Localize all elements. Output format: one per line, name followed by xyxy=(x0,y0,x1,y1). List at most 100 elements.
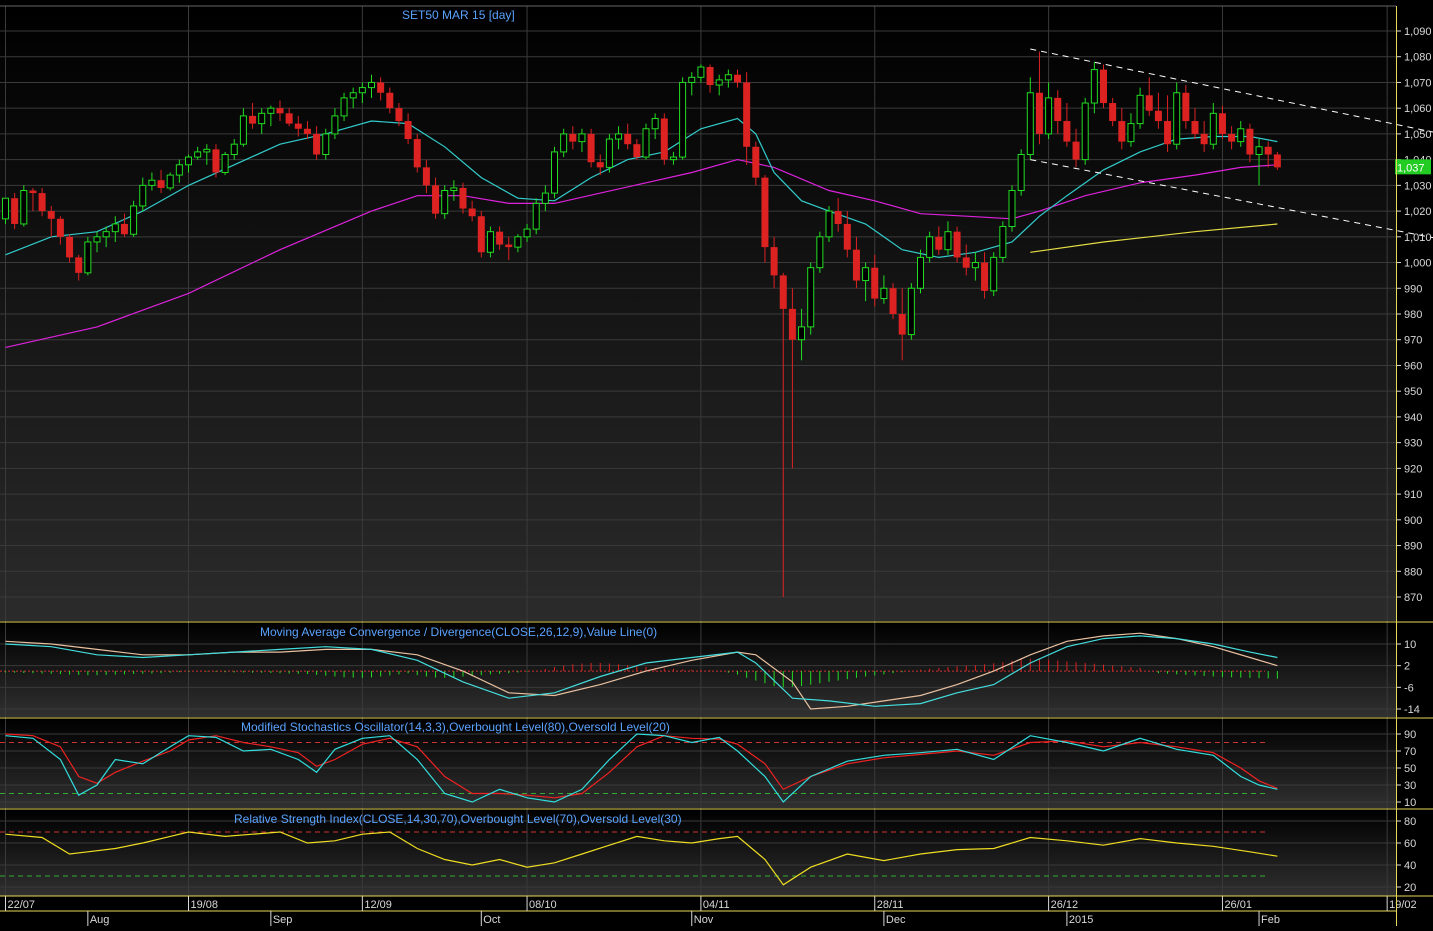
price-tick-label: 890 xyxy=(1404,541,1422,553)
candle-body xyxy=(1036,93,1043,134)
x-month-label: Feb xyxy=(1261,914,1280,926)
price-tick-label: 950 xyxy=(1404,386,1422,398)
candle-body xyxy=(505,245,512,248)
rsi-tick-label: 60 xyxy=(1404,838,1416,850)
stoch-tick-label: 10 xyxy=(1404,797,1416,809)
candle-body xyxy=(469,209,476,217)
candle-body xyxy=(1018,154,1024,190)
candle-body xyxy=(442,191,448,214)
candle-body xyxy=(1246,129,1253,155)
candle-body xyxy=(716,80,722,85)
price-tick-label: 880 xyxy=(1404,566,1422,578)
candle-body xyxy=(432,185,439,213)
candle-body xyxy=(277,108,284,113)
candle-body xyxy=(643,129,649,157)
candle-body xyxy=(222,154,228,172)
candle-body xyxy=(542,193,548,203)
price-tick-label: 1,030 xyxy=(1404,180,1432,192)
candle-body xyxy=(21,191,27,224)
candle-body xyxy=(259,113,265,123)
candle-body xyxy=(295,124,302,129)
candle-body xyxy=(533,203,539,229)
candle-body xyxy=(652,118,658,128)
candle-body xyxy=(908,288,914,334)
candle-body xyxy=(1137,95,1143,123)
macd-tick-label: -14 xyxy=(1404,704,1420,716)
candle-body xyxy=(670,157,676,160)
rsi-panel-bg xyxy=(0,810,1396,896)
candle-body xyxy=(725,75,731,80)
stoch-chart-title: Modified Stochastics Oscillator(14,3,3),… xyxy=(241,720,670,734)
candle-body xyxy=(496,232,503,245)
candle-body xyxy=(752,147,759,178)
candle-body xyxy=(1118,121,1125,142)
candle-body xyxy=(66,237,73,258)
candle-body xyxy=(1219,113,1226,134)
candle-body xyxy=(808,268,814,327)
candle-body xyxy=(350,93,356,98)
candle-body xyxy=(871,268,878,299)
candle-body xyxy=(588,134,595,162)
candle-body xyxy=(890,288,897,314)
price-tick-label: 1,020 xyxy=(1404,206,1432,218)
candle-body xyxy=(881,288,887,298)
x-month-label: Dec xyxy=(886,914,906,926)
candle-body xyxy=(1082,103,1088,160)
macd-tick-label: 10 xyxy=(1404,639,1416,651)
price-tick-label: 990 xyxy=(1404,283,1422,295)
candle-body xyxy=(633,144,640,157)
candle-body xyxy=(395,108,402,121)
candle-body xyxy=(835,211,842,224)
candle-body xyxy=(1073,142,1080,160)
candle-body xyxy=(39,193,46,211)
candle-body xyxy=(579,134,585,142)
candle-body xyxy=(1063,121,1070,142)
candle-body xyxy=(606,139,612,167)
x-date-label: 04/11 xyxy=(703,899,730,911)
candle-body xyxy=(954,232,961,258)
candle-body xyxy=(927,237,933,258)
candle-body xyxy=(121,224,128,234)
candle-body xyxy=(1182,93,1189,121)
x-month-label: Sep xyxy=(273,914,293,926)
candle-body xyxy=(1100,70,1107,103)
candle-body xyxy=(186,157,192,165)
candle-body xyxy=(524,229,530,237)
x-date-label: 28/11 xyxy=(877,899,904,911)
candle-body xyxy=(240,116,246,144)
x-date-label: 08/10 xyxy=(529,899,557,911)
price-tick-label: 920 xyxy=(1404,463,1422,475)
candle-body xyxy=(945,232,951,250)
price-tick-label: 970 xyxy=(1404,335,1422,347)
x-date-label: 12/09 xyxy=(364,899,392,911)
candle-body xyxy=(853,250,860,281)
price-tick-label: 940 xyxy=(1404,412,1422,424)
candle-body xyxy=(158,180,165,188)
x-date-label: 19/02 xyxy=(1389,899,1417,911)
candle-body xyxy=(386,93,393,108)
stoch-tick-label: 90 xyxy=(1404,729,1416,741)
x-month-label: Nov xyxy=(694,914,714,926)
candle-body xyxy=(963,257,970,267)
price-tick-label: 930 xyxy=(1404,438,1422,450)
candle-body xyxy=(743,82,750,146)
price-tick-label: 1,070 xyxy=(1404,77,1432,89)
candle-body xyxy=(313,134,320,155)
rsi-tick-label: 40 xyxy=(1404,860,1416,872)
candle-body xyxy=(991,257,997,290)
candle-body xyxy=(899,314,906,335)
rsi-tick-label: 20 xyxy=(1404,882,1416,894)
candle-body xyxy=(423,167,430,185)
candle-body xyxy=(94,237,100,242)
last-price-label: 1,037 xyxy=(1397,162,1425,174)
macd-tick-label: -6 xyxy=(1404,682,1414,694)
price-chart-title: SET50 MAR 15 [day] xyxy=(402,8,515,22)
candle-body xyxy=(286,113,293,123)
price-tick-label: 980 xyxy=(1404,309,1422,321)
candle-body xyxy=(661,118,668,159)
candle-body xyxy=(176,165,182,175)
candle-body xyxy=(1000,227,1006,258)
candle-body xyxy=(85,242,91,273)
candle-body xyxy=(48,211,55,219)
candle-body xyxy=(369,82,375,87)
